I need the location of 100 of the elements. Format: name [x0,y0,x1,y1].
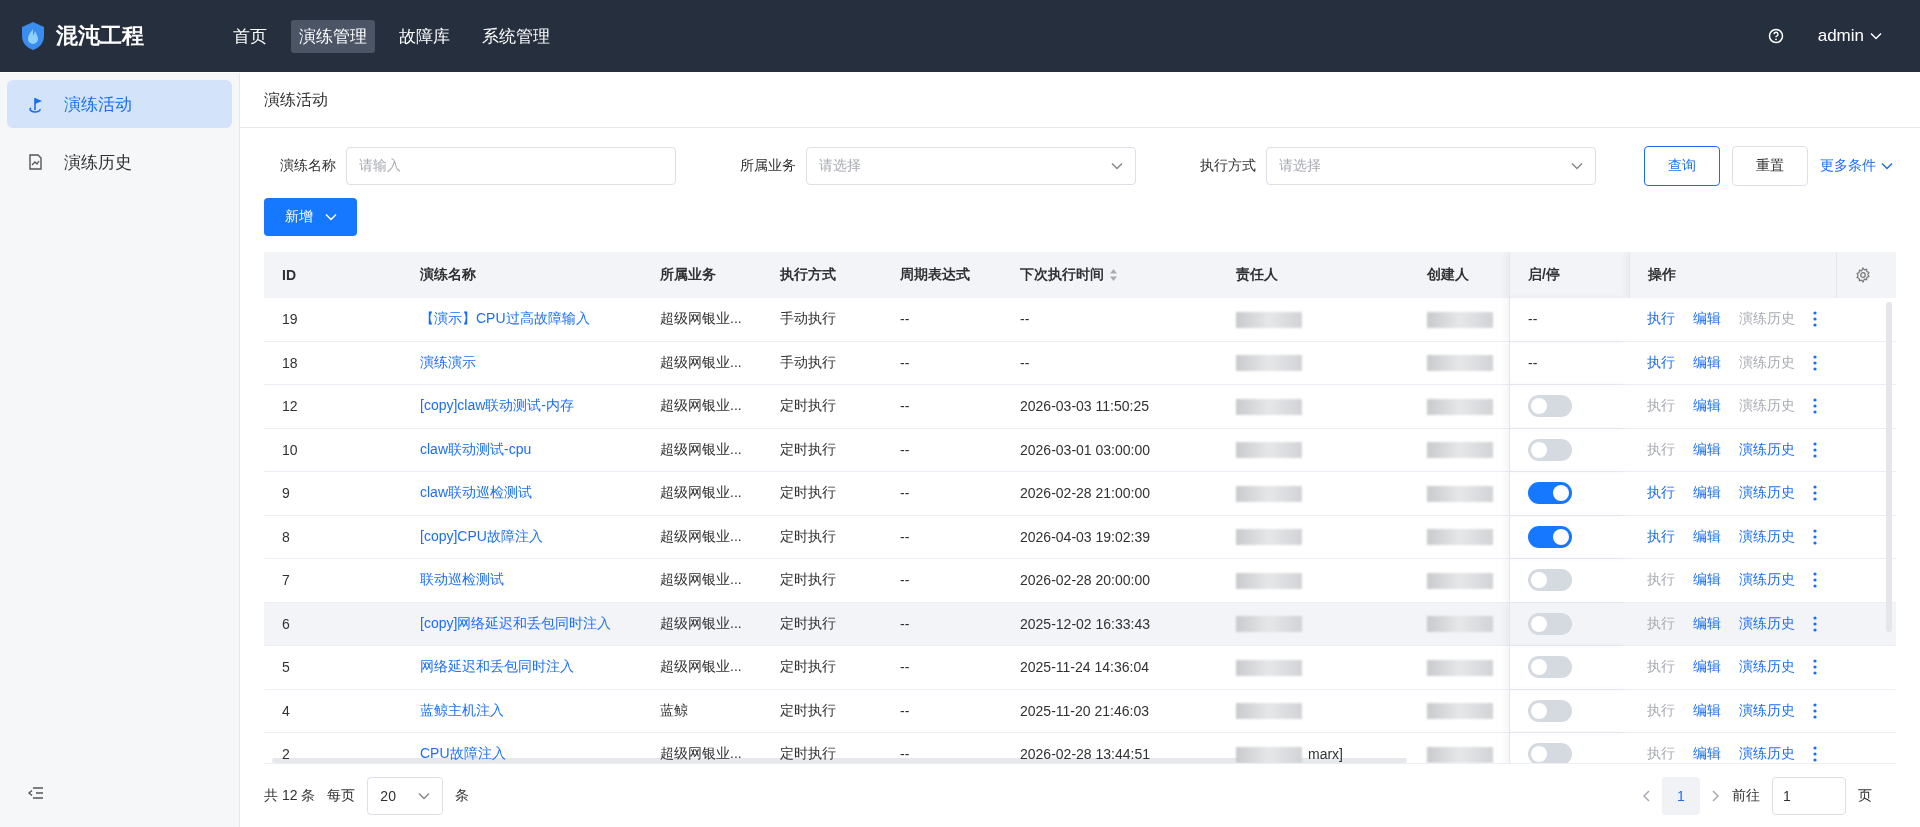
action-link[interactable]: 编辑 [1693,353,1721,372]
chevron-down-icon [1111,162,1123,170]
more-vertical-icon[interactable] [1813,398,1817,415]
settings-icon[interactable] [1855,267,1871,283]
more-vertical-icon[interactable] [1813,746,1817,763]
drill-name-link[interactable]: 演练演示 [420,353,476,370]
more-vertical-icon[interactable] [1813,441,1817,458]
blurred-text [1236,311,1302,328]
page-title: 演练活动 [240,73,1920,128]
action-link[interactable]: 编辑 [1693,527,1721,546]
toggle-switch[interactable] [1528,699,1572,722]
toggle-switch[interactable] [1528,569,1572,592]
nav-tab[interactable]: 故障库 [391,19,458,53]
table-cell: 超级网银业... [660,484,742,501]
action-link[interactable]: 编辑 [1693,397,1721,416]
chevron-right-icon[interactable] [1712,789,1720,802]
blurred-text [1236,616,1302,633]
drill-name-link[interactable]: 网络延迟和丢包同时注入 [420,658,574,675]
toggle-switch[interactable] [1528,482,1572,505]
table-cell: -- [900,702,910,719]
drill-name-link[interactable]: claw联动测试-cpu [420,440,532,457]
more-vertical-icon[interactable] [1813,354,1817,371]
table-cell: -- [900,311,910,328]
drill-name-link[interactable]: 【演示】CPU过高故障输入 [420,310,590,327]
reset-button[interactable]: 重置 [1732,146,1808,186]
action-link[interactable]: 编辑 [1693,745,1721,763]
add-button[interactable]: 新增 [264,198,357,236]
chart-document-icon [27,153,44,171]
action-link[interactable]: 演练历史 [1739,614,1795,633]
toggle-switch[interactable] [1528,656,1572,679]
action-link[interactable]: 演练历史 [1739,527,1795,546]
drill-name-link[interactable]: CPU故障注入 [420,745,506,762]
shield-logo-icon [20,21,46,51]
blurred-text [1236,703,1302,720]
drill-name-link[interactable]: [copy]网络延迟和丢包同时注入 [420,614,612,631]
action-link[interactable]: 演练历史 [1739,440,1795,459]
table-cell: -- [900,398,910,415]
chevron-left-icon[interactable] [1642,789,1650,802]
table-cell: 2026-04-03 19:02:39 [1020,528,1150,545]
filter-label: 演练名称 [279,157,336,175]
page-number[interactable]: 1 [1662,776,1700,815]
drill-name-link[interactable]: 蓝鲸主机注入 [420,701,504,718]
sort-icon[interactable] [1109,268,1118,282]
action-link[interactable]: 执行 [1647,484,1675,503]
toggle-switch[interactable] [1528,438,1572,461]
search-button[interactable]: 查询 [1644,146,1720,186]
action-link[interactable]: 编辑 [1693,614,1721,633]
toggle-switch[interactable] [1528,743,1572,763]
table-cell: 定时执行 [780,701,836,718]
table-cell: 2025-11-24 14:36:04 [1020,659,1149,676]
action-link[interactable]: 执行 [1647,527,1675,546]
table-cell: -- [900,441,910,458]
toggle-switch[interactable] [1528,612,1572,635]
action-link[interactable]: 演练历史 [1739,701,1795,720]
action-link[interactable]: 演练历史 [1739,745,1795,763]
more-filters-link[interactable]: 更多条件 [1820,157,1893,175]
action-link[interactable]: 演练历史 [1739,658,1795,677]
flag-icon [27,95,44,113]
nav-tab[interactable]: 演练管理 [291,19,375,53]
toggle-switch[interactable] [1528,525,1572,548]
toggle-switch[interactable] [1528,395,1572,418]
page-input[interactable]: 1 [1772,776,1846,815]
action-link[interactable]: 执行 [1647,310,1675,329]
action-link[interactable]: 编辑 [1693,440,1721,459]
user-menu[interactable]: admin [1811,25,1888,47]
table-cell: 超级网银业... [660,658,742,675]
more-vertical-icon[interactable] [1813,702,1817,719]
action-link[interactable]: 演练历史 [1739,484,1795,503]
sidebar-item[interactable]: 演练历史 [7,138,232,186]
collapse-menu-icon[interactable] [27,784,45,802]
column-header: 下次执行时间 [1020,266,1104,284]
drill-name-link[interactable]: [copy]claw联动测试-内存 [420,397,575,414]
drill-name-link[interactable]: [copy]CPU故障注入 [420,527,543,544]
action-link[interactable]: 执行 [1647,353,1675,372]
nav-tab[interactable]: 首页 [225,19,275,53]
more-vertical-icon[interactable] [1813,528,1817,545]
help-icon[interactable] [1767,28,1784,44]
action-link[interactable]: 演练历史 [1739,571,1795,590]
column-header: 演练名称 [420,266,476,282]
action-link[interactable]: 编辑 [1693,484,1721,503]
drill-name-link[interactable]: claw联动巡检测试 [420,484,532,501]
more-vertical-icon[interactable] [1813,572,1817,589]
table-cell: 蓝鲸 [660,701,688,718]
action-link[interactable]: 编辑 [1693,310,1721,329]
drill-name-link[interactable]: 联动巡检测试 [420,571,504,588]
more-vertical-icon[interactable] [1813,485,1817,502]
table-cell: -- [900,485,910,502]
action-link[interactable]: 编辑 [1693,571,1721,590]
vertical-scrollbar[interactable] [1886,302,1892,632]
sidebar-item[interactable]: 演练活动 [7,80,232,128]
action-link[interactable]: 编辑 [1693,701,1721,720]
page-size-select[interactable]: 20 [367,776,444,815]
nav-tab[interactable]: 系统管理 [474,19,558,53]
column-header: 责任人 [1236,266,1278,282]
table-cell: -- [900,659,910,676]
more-vertical-icon[interactable] [1813,659,1817,676]
more-vertical-icon[interactable] [1813,615,1817,632]
table-cell: 定时执行 [780,484,836,501]
action-link[interactable]: 编辑 [1693,658,1721,677]
more-vertical-icon[interactable] [1813,311,1817,328]
